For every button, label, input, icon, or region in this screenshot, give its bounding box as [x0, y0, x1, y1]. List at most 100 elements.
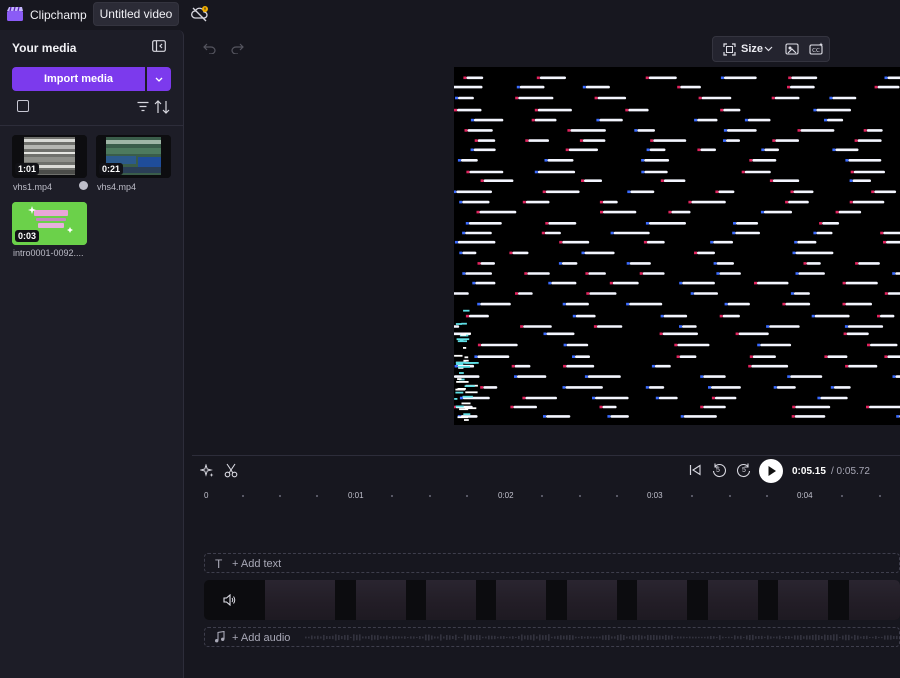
check-icon [79, 181, 88, 190]
filter-icon[interactable] [137, 101, 149, 112]
streak-tint [596, 118, 600, 122]
streak-tint [788, 76, 792, 80]
streak [565, 302, 589, 306]
select-all-checkbox[interactable] [17, 100, 29, 112]
streak [785, 302, 811, 306]
streak-tint [464, 129, 468, 132]
streak [682, 325, 697, 328]
waveform-bar [323, 634, 325, 641]
captions-icon[interactable]: CC [809, 42, 824, 56]
forward-button[interactable]: 5 [736, 462, 752, 479]
waveform-bar [725, 637, 727, 638]
size-button[interactable]: Size [741, 43, 763, 55]
streak [477, 139, 496, 142]
import-media-button[interactable]: Import media [12, 67, 145, 91]
waveform-bar [581, 636, 583, 639]
video-track[interactable] [204, 580, 900, 620]
noise-mark [459, 372, 464, 374]
waveform-bar [407, 637, 409, 639]
media-panel: Your media Import media 1:01 vhs1.mp4 0:… [0, 30, 184, 678]
streak [566, 343, 589, 347]
streak-tint [558, 262, 562, 265]
streak [838, 210, 862, 214]
streak [649, 148, 666, 152]
cloud-sync-off-icon[interactable] [190, 5, 210, 23]
volume-icon[interactable] [223, 594, 236, 606]
streak [827, 118, 844, 122]
waveform-bar [317, 635, 319, 640]
collapse-panel-icon[interactable] [152, 40, 166, 52]
waveform-bar [527, 635, 529, 640]
streak-tint [854, 139, 858, 142]
streak [584, 251, 615, 255]
import-options-button[interactable] [147, 67, 171, 91]
undo-icon[interactable] [203, 42, 217, 54]
streak-tint [710, 240, 714, 244]
waveform-bar [353, 634, 355, 641]
streak-tint [724, 302, 728, 306]
waveform-bar [770, 636, 772, 639]
streak [644, 159, 670, 162]
streak-tint [716, 272, 720, 275]
waveform-bar [500, 636, 502, 639]
streak [603, 210, 637, 214]
streak-tint [459, 200, 463, 204]
streak-tint [474, 355, 478, 358]
streak [658, 396, 678, 400]
waveform-bar [830, 635, 832, 640]
streak [465, 231, 492, 235]
streak-tint [477, 343, 481, 347]
streak [646, 240, 665, 244]
skip-to-start-icon[interactable] [689, 464, 701, 476]
streak [512, 251, 529, 255]
video-preview[interactable] [454, 67, 900, 425]
scissors-icon[interactable] [224, 463, 238, 478]
waveform-bar [890, 635, 892, 640]
streak-tint [835, 210, 839, 214]
streak-tint [651, 364, 655, 368]
streak [727, 302, 750, 306]
streak-tint [625, 108, 629, 112]
streak [751, 364, 789, 368]
streak [726, 139, 740, 142]
streak [454, 292, 469, 295]
streak-tint [880, 231, 884, 235]
streak-tint [757, 343, 761, 347]
sort-icon[interactable] [154, 100, 170, 114]
rewind-button[interactable]: 5 [711, 462, 727, 479]
magic-icon[interactable] [200, 464, 214, 478]
waveform-bar [479, 635, 481, 640]
streak [548, 222, 577, 225]
streak-tint [863, 129, 867, 132]
streak-tint [455, 96, 458, 100]
waveform-bar [368, 636, 370, 639]
media-item-thumbnail[interactable]: 0:03 [12, 202, 87, 245]
streak [537, 108, 572, 112]
forward-seconds-label: 5 [742, 467, 746, 474]
waveform-bar [335, 634, 337, 641]
project-title-tab[interactable]: Untitled video [93, 2, 179, 26]
waveform-bar [338, 635, 340, 640]
background-icon[interactable] [785, 42, 799, 56]
add-text-track[interactable]: T + Add text [204, 553, 900, 573]
redo-icon[interactable] [230, 42, 244, 54]
waveform-bar [521, 634, 523, 641]
timeline-ruler[interactable]: 0 0:01 0:02 0:03 0:04 [192, 488, 900, 502]
waveform-bar [848, 634, 850, 641]
waveform-bar [893, 636, 895, 639]
media-item-thumbnail[interactable]: 1:01 [12, 135, 87, 178]
streak [519, 85, 545, 89]
streak-tint [465, 222, 469, 225]
streak [483, 386, 498, 389]
add-audio-track[interactable]: + Add audio [204, 627, 900, 647]
streak-tint [454, 240, 458, 244]
waveform-bar [506, 636, 508, 639]
play-button[interactable] [759, 459, 783, 483]
media-item-thumbnail[interactable]: 0:21 [96, 135, 171, 178]
streak-tint [892, 272, 896, 275]
streak-tint [790, 292, 794, 295]
streak [671, 210, 691, 214]
streak [547, 159, 574, 162]
ruler-tick [579, 495, 581, 497]
streak [887, 292, 900, 295]
